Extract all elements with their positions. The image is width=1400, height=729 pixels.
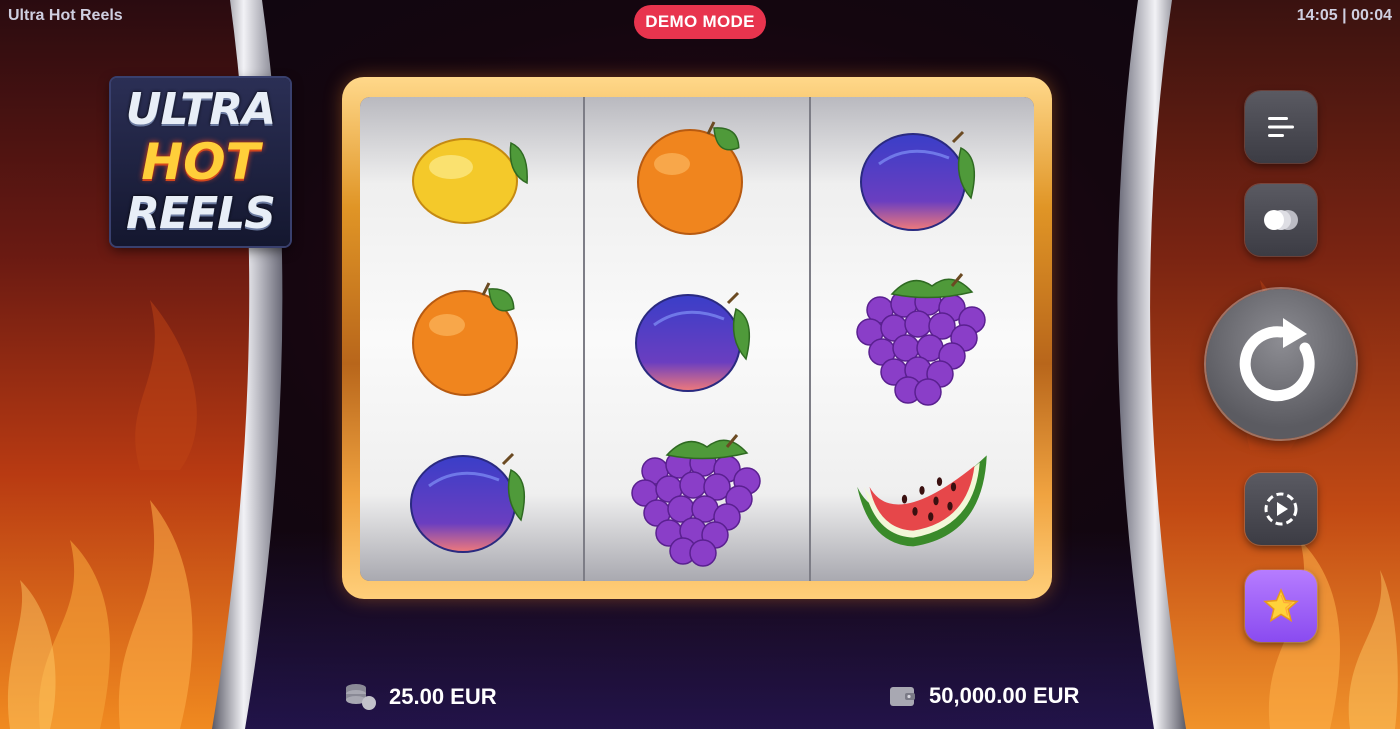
bet-display: 25.00 EUR [345, 683, 497, 711]
session-clock: 14:05 | 00:04 [1296, 7, 1392, 24]
game-title: Ultra Hot Reels [8, 7, 123, 24]
demo-mode-badge: DEMO MODE [634, 5, 766, 39]
plum-symbol [627, 269, 767, 409]
menu-button[interactable] [1245, 91, 1317, 163]
bet-amount: 25.00 EUR [389, 684, 497, 709]
logo-line-hot: HOT [141, 133, 260, 191]
game-logo: ULTRA HOT REELS [111, 78, 290, 246]
plum-symbol [402, 430, 542, 570]
logo-line-reels: REELS [126, 188, 276, 239]
bet-button[interactable] [1245, 184, 1317, 256]
balance-display: 50,000.00 EUR [889, 683, 1079, 709]
reel-2 [585, 97, 811, 581]
coin-stack-icon [346, 684, 376, 710]
grapes-symbol [627, 430, 767, 570]
autoplay-icon [1264, 492, 1298, 526]
grapes-symbol [852, 269, 992, 409]
reel-3 [810, 97, 1034, 581]
orange-symbol [627, 108, 767, 248]
spin-icon [1239, 318, 1315, 402]
menu-icon [1268, 117, 1294, 137]
orange-symbol [402, 269, 542, 409]
spin-button[interactable] [1206, 289, 1356, 439]
coins-icon [1264, 210, 1298, 230]
wallet-icon [890, 687, 915, 706]
reel-area [360, 97, 1034, 581]
logo-line-ultra: ULTRA [125, 84, 276, 135]
star-icon [1263, 588, 1299, 623]
reel-1 [360, 97, 586, 581]
autoplay-button[interactable] [1245, 473, 1317, 545]
plum-symbol [852, 108, 992, 248]
lemon-symbol [402, 108, 542, 248]
favorites-button[interactable] [1245, 570, 1317, 642]
watermelon-symbol [852, 430, 992, 570]
balance-amount: 50,000.00 EUR [929, 683, 1080, 708]
